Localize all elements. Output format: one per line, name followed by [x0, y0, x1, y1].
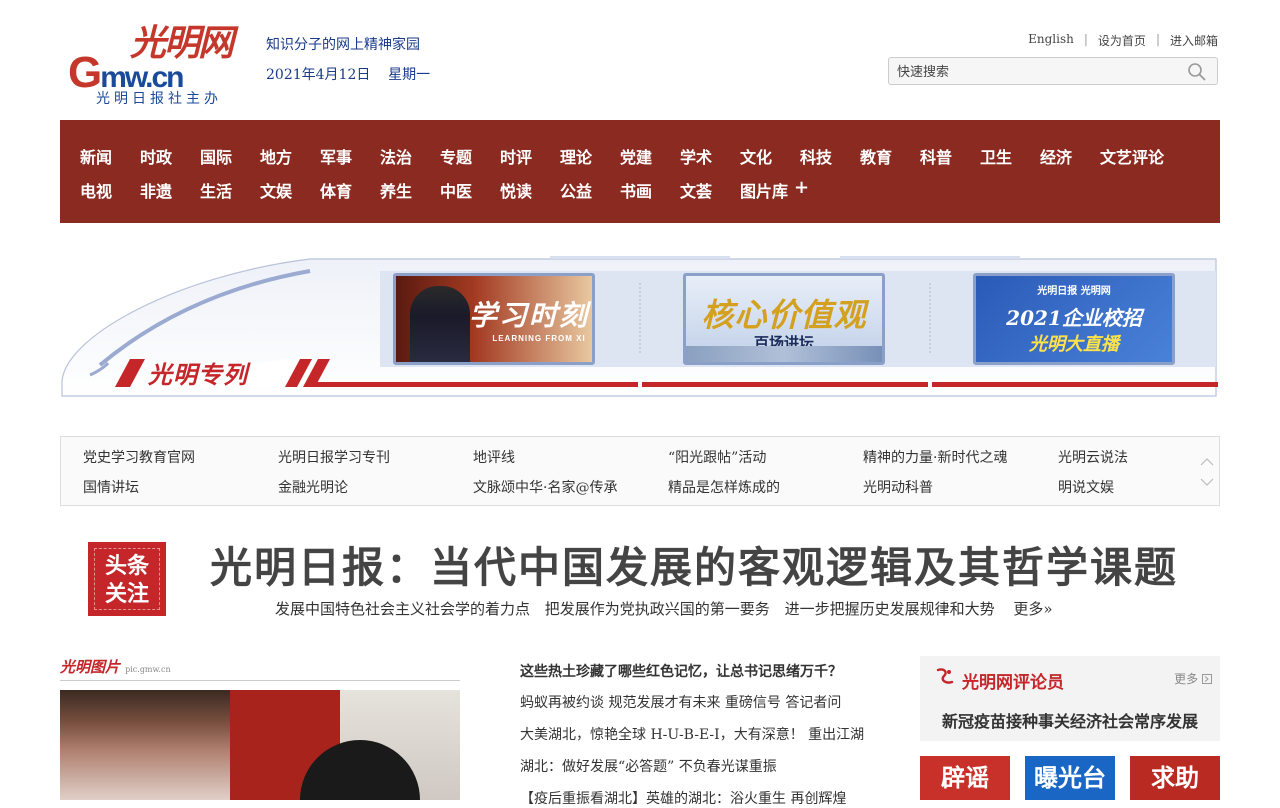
guangming-train-banner: 光明专列 学习时刻 LEARNING FROM XI 核心价值观 百场讲坛 光明… — [60, 255, 1222, 397]
english-link[interactable]: English — [1028, 32, 1074, 49]
nav-item[interactable]: 时政 — [140, 144, 200, 168]
nav-item[interactable]: 理论 — [560, 144, 620, 168]
main-nav: 新闻 时政 国际 地方 军事 法治 专题 时评 理论 党建 学术 文化 科技 教… — [60, 120, 1220, 223]
xuexi-shike-tile[interactable]: 学习时刻 LEARNING FROM XI — [393, 273, 595, 365]
nav-item[interactable]: 地方 — [260, 144, 320, 168]
headline-sub-link[interactable]: 进一步把握历史发展规律和大势 — [785, 600, 995, 618]
tile-subtitle: LEARNING FROM XI — [492, 334, 586, 343]
nav-item[interactable]: 文娱 — [260, 178, 320, 202]
nav-item[interactable]: 文化 — [740, 144, 800, 168]
more-arrow-icon — [1202, 674, 1212, 684]
quick-link[interactable]: 光明云说法 — [1058, 447, 1128, 467]
campus-recruit-tile[interactable]: 光明日报 光明网 2021企业校招 光明大直播 — [973, 273, 1175, 365]
nav-item[interactable]: 书画 — [620, 178, 680, 202]
commentator-headline[interactable]: 新冠疫苗接种事关经济社会常序发展 — [920, 708, 1220, 732]
nav-item[interactable]: 养生 — [380, 178, 440, 202]
nav-item[interactable]: 科技 — [800, 144, 860, 168]
nav-item[interactable]: 国际 — [200, 144, 260, 168]
feature-photo[interactable] — [60, 690, 460, 800]
badge-line-1: 头条 — [104, 553, 149, 579]
nav-item[interactable]: 学术 — [680, 144, 740, 168]
scroll-arrows-icon[interactable] — [1199, 451, 1215, 491]
nav-item[interactable]: 电视 — [80, 178, 140, 202]
news-item[interactable]: 蚂蚁再被约谈 规范发展才有未来 重磅信号 答记者问 — [520, 692, 841, 712]
nav-item[interactable]: 经济 — [1040, 144, 1100, 168]
news-item[interactable]: 这些热土珍藏了哪些红色记忆，让总书记思绪万千？ — [520, 661, 842, 681]
nav-item[interactable]: 图片库 — [740, 178, 794, 202]
current-date: 2021年4月12日 星期一 — [266, 67, 431, 83]
site-slogan: 知识分子的网上精神家园 — [266, 37, 420, 53]
nav-item[interactable]: 公益 — [560, 178, 620, 202]
nav-item[interactable]: 文艺评论 — [1100, 144, 1180, 168]
tile-brand: 光明日报 光明网 — [1037, 286, 1111, 297]
site-logo[interactable]: 光明网 Gmw.cn 光明日报社主办 — [68, 14, 252, 110]
nav-more-plus-icon[interactable]: + — [794, 178, 809, 202]
help-button[interactable]: 求助 — [1130, 756, 1220, 800]
mail-link[interactable]: 进入邮箱 — [1170, 32, 1218, 49]
nav-item[interactable]: 卫生 — [980, 144, 1040, 168]
nav-item[interactable]: 党建 — [620, 144, 680, 168]
train-label: 光明专列 — [148, 360, 248, 389]
quick-link[interactable]: 党史学习教育官网 — [83, 447, 195, 467]
nav-item[interactable]: 中医 — [440, 178, 500, 202]
news-item[interactable]: 湖北：做好发展“必答题” 不负春光谋重振 — [520, 756, 777, 776]
quick-link[interactable]: 金融光明论 — [278, 477, 348, 497]
logo-subtitle: 光明日报社主办 — [96, 91, 222, 107]
pictures-logo-sub: pic.gmw.cn — [125, 665, 171, 674]
nav-item[interactable]: 专题 — [440, 144, 500, 168]
nav-item[interactable]: 悦读 — [500, 178, 560, 202]
quick-link[interactable]: 精品是怎样炼成的 — [668, 477, 780, 497]
nav-item[interactable]: 非遗 — [140, 178, 200, 202]
pictures-header: 光明图片 pic.gmw.cn — [60, 656, 460, 681]
nav-item[interactable]: 军事 — [320, 144, 380, 168]
core-values-tile[interactable]: 核心价值观 百场讲坛 — [683, 273, 885, 365]
pictures-logo[interactable]: 光明图片 — [60, 658, 120, 676]
city-skyline — [686, 346, 882, 362]
nav-item[interactable]: 时评 — [500, 144, 560, 168]
rumor-refute-button[interactable]: 辟谣 — [920, 756, 1010, 800]
commentator-box: 光明网评论员 更多 新冠疫苗接种事关经济社会常序发展 — [920, 656, 1220, 741]
headline-title[interactable]: 光明日报：当代中国发展的客观逻辑及其哲学课题 — [210, 534, 1178, 595]
headline-sub-link[interactable]: 发展中国特色社会主义社会学的着力点 — [275, 600, 530, 618]
news-item[interactable]: 【疫后重振看湖北】英雄的湖北：浴火重生 再创辉煌 — [520, 788, 846, 808]
headline-sub-link[interactable]: 把发展作为党执政兴国的第一要务 — [545, 600, 770, 618]
search-box — [888, 57, 1218, 86]
quick-link[interactable]: 地评线 — [473, 447, 515, 467]
headline-more-link[interactable]: 更多» — [1013, 600, 1052, 618]
search-icon[interactable] — [1187, 62, 1207, 82]
top-links: English | 设为首页 | 进入邮箱 — [1028, 32, 1218, 49]
nav-item[interactable]: 法治 — [380, 144, 440, 168]
quick-link[interactable]: 光明日报学习专刊 — [278, 447, 390, 467]
nav-item[interactable]: 科普 — [920, 144, 980, 168]
tile-title: 核心价值观 — [701, 296, 867, 334]
commentator-title[interactable]: 光明网评论员 — [962, 668, 1064, 693]
search-input[interactable] — [889, 58, 1179, 86]
nav-item[interactable]: 文荟 — [680, 178, 740, 202]
quick-link[interactable]: 精神的力量·新时代之魂 — [863, 447, 1007, 467]
nav-item[interactable]: 生活 — [200, 178, 260, 202]
news-item[interactable]: 大美湖北，惊艳全球 H-U-B-E-I，大有深意！ 重出江湖 — [520, 724, 864, 744]
tile-subtitle: 光明大直播 — [1029, 334, 1119, 355]
quick-link[interactable]: 明说文娱 — [1058, 477, 1114, 497]
badge-line-2: 关注 — [104, 581, 149, 607]
nav-item[interactable]: 体育 — [320, 178, 380, 202]
commentator-more-link[interactable]: 更多 — [1174, 670, 1212, 687]
nav-row-1: 新闻 时政 国际 地方 军事 法治 专题 时评 理论 党建 学术 文化 科技 教… — [80, 144, 1180, 168]
headline-subs: 发展中国特色社会主义社会学的着力点 把发展作为党执政兴国的第一要务 进一步把握历… — [275, 598, 1053, 619]
headline-badge: 头条 关注 — [88, 542, 166, 616]
nav-row-2: 电视 非遗 生活 文娱 体育 养生 中医 悦读 公益 书画 文荟 图片库 + — [80, 178, 809, 202]
quick-links-box: 党史学习教育官网 光明日报学习专刊 地评线 “阳光跟帖”活动 精神的力量·新时代… — [60, 436, 1220, 506]
tile-title: 学习时刻 — [468, 299, 589, 332]
commentator-logo-icon — [936, 668, 954, 684]
quick-link[interactable]: 文脉颂中华·名家@传承 — [473, 477, 617, 497]
tile-title: 2021企业校招 — [1006, 306, 1142, 330]
exposure-button[interactable]: 曝光台 — [1025, 756, 1115, 800]
nav-item[interactable]: 教育 — [860, 144, 920, 168]
quick-link[interactable]: “阳光跟帖”活动 — [668, 447, 766, 467]
nav-item[interactable]: 新闻 — [80, 144, 140, 168]
set-homepage-link[interactable]: 设为首页 — [1098, 32, 1146, 49]
portrait-image — [410, 286, 470, 362]
quick-link[interactable]: 光明动科普 — [863, 477, 933, 497]
quick-link[interactable]: 国情讲坛 — [83, 477, 139, 497]
